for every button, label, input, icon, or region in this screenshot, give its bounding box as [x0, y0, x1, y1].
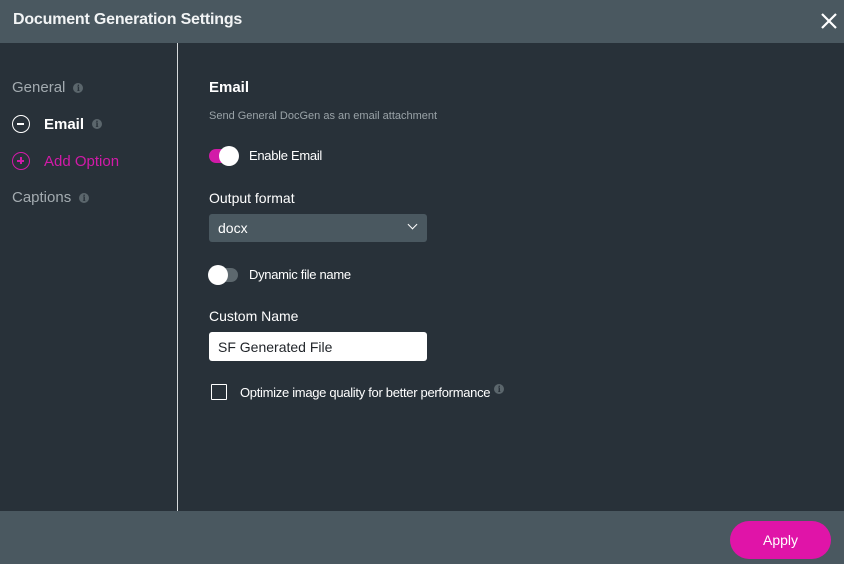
custom-name-input[interactable] [209, 332, 427, 361]
info-icon[interactable]: i [92, 119, 103, 129]
custom-name-label: Custom Name [209, 308, 299, 324]
remove-option-icon[interactable] [12, 115, 30, 133]
dynamic-file-name-toggle[interactable] [208, 264, 238, 285]
info-icon[interactable]: i [494, 384, 505, 394]
info-icon[interactable]: i [73, 82, 84, 93]
dialog-title: Document Generation Settings [13, 11, 243, 28]
dialog-footer: Apply [0, 511, 844, 564]
add-icon [12, 152, 30, 170]
sidebar-item-email[interactable]: Email i [12, 115, 103, 133]
sidebar-item-label: Email [44, 115, 85, 133]
optimize-image-checkbox[interactable] [211, 384, 227, 400]
sidebar-nav: General i Email i Add Option Captions i [0, 43, 177, 511]
section-title: Email [209, 79, 250, 96]
enable-email-toggle-row[interactable]: Enable Email [209, 145, 322, 166]
toggle-knob [219, 145, 239, 166]
settings-panel: Email Send General DocGen as an email at… [178, 43, 844, 511]
output-format-value: docx [218, 220, 248, 236]
enable-email-label: Enable Email [249, 148, 322, 163]
close-button[interactable] [818, 10, 840, 32]
enable-email-toggle[interactable] [209, 145, 239, 166]
optimize-image-label: Optimize image quality for better perfor… [240, 384, 491, 400]
sidebar-item-captions[interactable]: Captions i [12, 189, 90, 206]
section-description: Send General DocGen as an email attachme… [209, 110, 438, 122]
dynamic-file-name-label: Dynamic file name [249, 267, 351, 282]
info-icon[interactable]: i [79, 192, 90, 203]
dynamic-file-name-toggle-row[interactable]: Dynamic file name [208, 264, 351, 285]
sidebar-item-general[interactable]: General i [12, 79, 84, 96]
add-option-button[interactable]: Add Option [12, 152, 119, 170]
sidebar-item-label: Captions [12, 189, 72, 206]
toggle-knob [208, 264, 228, 285]
sidebar-item-label: General [12, 79, 66, 96]
apply-button[interactable]: Apply [730, 521, 831, 559]
output-format-select[interactable]: docx [209, 214, 427, 242]
optimize-image-row[interactable]: Optimize image quality for better perfor… [211, 384, 505, 400]
close-icon [821, 13, 837, 29]
dialog-header: Document Generation Settings [0, 0, 844, 43]
output-format-label: Output format [209, 190, 295, 206]
add-option-label: Add Option [44, 152, 120, 170]
chevron-down-icon [407, 219, 418, 230]
